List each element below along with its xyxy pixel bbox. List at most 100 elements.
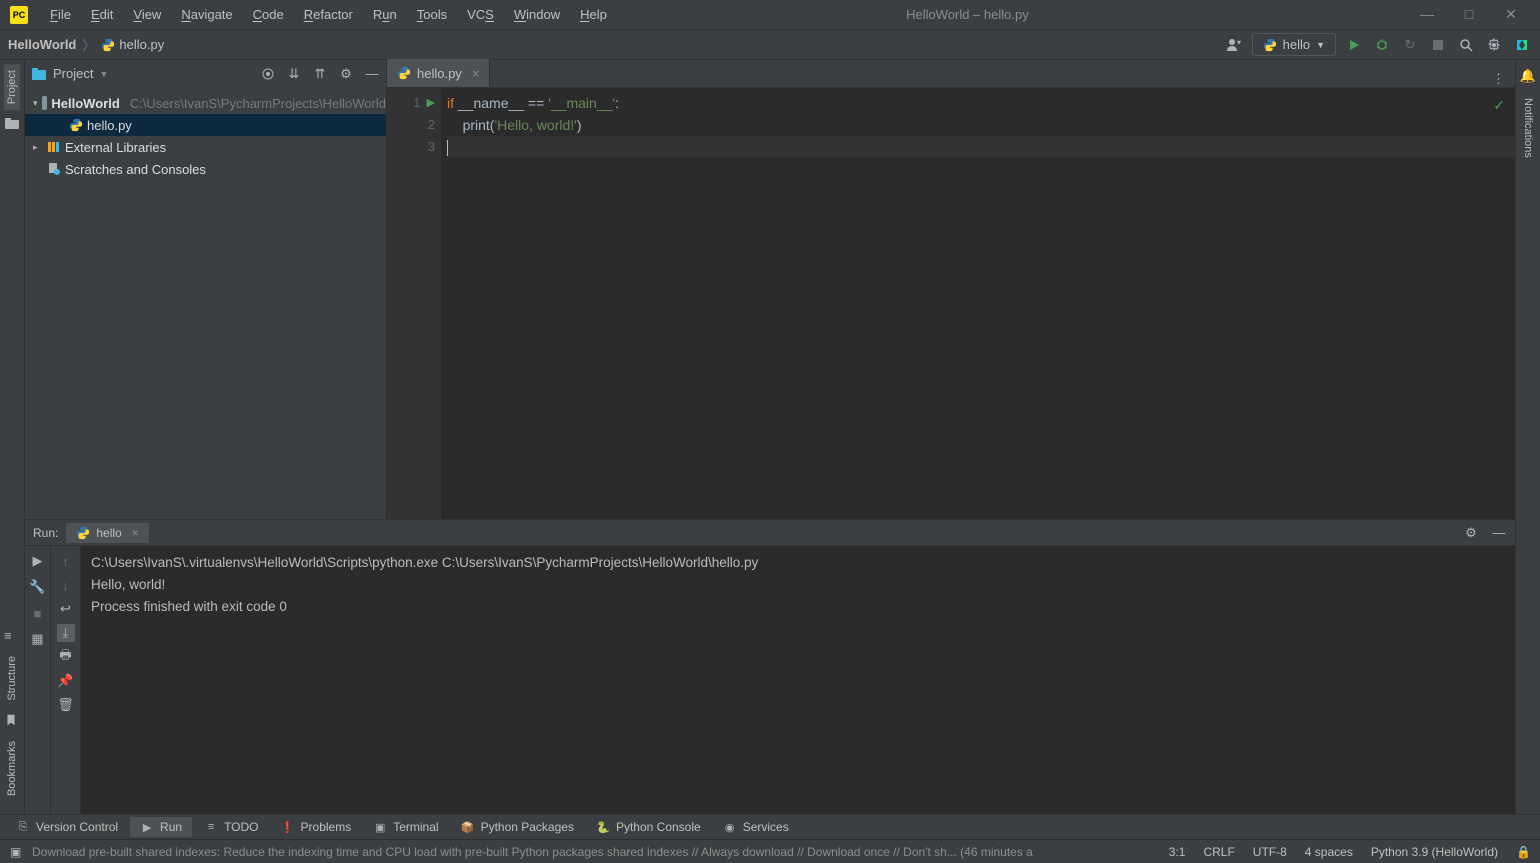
- interpreter-status[interactable]: Python 3.9 (HelloWorld): [1371, 845, 1498, 859]
- btab-terminal[interactable]: ▣Terminal: [363, 817, 448, 837]
- menu-tools[interactable]: Tools: [407, 4, 457, 25]
- menu-run[interactable]: Run: [363, 4, 407, 25]
- branch-icon: ⎘: [16, 820, 30, 834]
- tool-windows-icon[interactable]: ▣: [10, 845, 24, 859]
- folder-icon: [4, 116, 20, 132]
- tree-root[interactable]: ▾ HelloWorld C:\Users\IvanS\PycharmProje…: [25, 92, 386, 114]
- select-opened-file-button[interactable]: [260, 66, 276, 82]
- tab-structure[interactable]: Structure: [4, 650, 20, 707]
- menu-view[interactable]: View: [123, 4, 171, 25]
- bell-icon[interactable]: 🔔: [1520, 68, 1536, 84]
- scratches-icon: [47, 162, 61, 176]
- root-path: C:\Users\IvanS\PycharmProjects\HelloWorl…: [130, 96, 386, 111]
- rerun-button[interactable]: ↻: [1400, 35, 1420, 55]
- debug-button[interactable]: [1372, 35, 1392, 55]
- tab-notifications[interactable]: Notifications: [1520, 92, 1536, 164]
- run-gutter-icon[interactable]: ▶: [427, 92, 435, 114]
- lock-icon[interactable]: 🔒: [1516, 845, 1530, 859]
- line-num: 1: [413, 92, 420, 114]
- menu-code[interactable]: Code: [243, 4, 294, 25]
- menu-edit[interactable]: Edit: [81, 4, 123, 25]
- btab-problems[interactable]: ❗Problems: [271, 817, 362, 837]
- run-toolbar-2: ↑ ↓ ↩ ⤓ 🖶 📌 🗑: [51, 546, 81, 814]
- run-settings-button[interactable]: ⚙: [1463, 525, 1479, 541]
- python-icon: [1263, 38, 1277, 52]
- line-num: 2: [428, 114, 435, 136]
- todo-icon: ≡: [204, 820, 218, 834]
- edit-config-button[interactable]: 🔧: [29, 578, 47, 596]
- settings-button[interactable]: [1484, 35, 1504, 55]
- scroll-to-end-button[interactable]: ⤓: [57, 624, 75, 642]
- line-separator[interactable]: CRLF: [1203, 845, 1234, 859]
- run-config-label: hello: [1283, 37, 1310, 52]
- layout-button[interactable]: ▦: [29, 630, 47, 648]
- btab-run[interactable]: ▶Run: [130, 817, 192, 837]
- menu-vcs[interactable]: VCS: [457, 4, 504, 25]
- tab-project[interactable]: Project: [4, 64, 20, 110]
- library-icon: [47, 140, 61, 154]
- chevron-down-icon: ▾: [33, 98, 38, 109]
- editor-tab-hello[interactable]: hello.py ×: [387, 59, 490, 87]
- breadcrumb-file[interactable]: hello.py: [101, 37, 164, 52]
- maximize-button[interactable]: □: [1462, 6, 1476, 23]
- hide-button[interactable]: —: [364, 66, 380, 82]
- minimize-button[interactable]: —: [1420, 6, 1434, 23]
- left-stripe: Project ≡ Structure Bookmarks: [0, 60, 25, 814]
- code-with-me-icon[interactable]: [1512, 35, 1532, 55]
- caret-position[interactable]: 3:1: [1169, 845, 1186, 859]
- editor-options-button[interactable]: ⋮: [1482, 71, 1515, 87]
- run-button[interactable]: [1344, 35, 1364, 55]
- python-icon: [101, 38, 115, 52]
- btab-packages[interactable]: 📦Python Packages: [451, 817, 584, 837]
- pin-button[interactable]: 📌: [57, 672, 75, 690]
- menu-help[interactable]: Help: [570, 4, 617, 25]
- tab-bookmarks[interactable]: Bookmarks: [4, 735, 20, 802]
- up-stacktrace-button[interactable]: ↑: [57, 552, 75, 570]
- rerun-button[interactable]: ▶: [29, 552, 47, 570]
- file-encoding[interactable]: UTF-8: [1253, 845, 1287, 859]
- inspection-ok-icon[interactable]: ✓: [1493, 94, 1505, 116]
- btab-services[interactable]: ◉Services: [713, 817, 799, 837]
- run-tab-hello[interactable]: hello ×: [66, 523, 148, 543]
- python-icon: [76, 526, 90, 540]
- expand-all-button[interactable]: ⇊: [286, 66, 302, 82]
- close-tab-button[interactable]: ×: [472, 66, 480, 81]
- indent-status[interactable]: 4 spaces: [1305, 845, 1353, 859]
- stop-button[interactable]: ■: [29, 604, 47, 622]
- clear-button[interactable]: 🗑: [57, 696, 75, 714]
- btab-vcs[interactable]: ⎘Version Control: [6, 817, 128, 837]
- close-button[interactable]: ✕: [1504, 6, 1518, 23]
- code-editor[interactable]: if __name__ == '__main__': print('Hello,…: [441, 88, 1515, 519]
- editor-area: hello.py × ⋮ 1 ▶ 2 3 if __name__ == '__ma…: [387, 60, 1515, 519]
- menu-navigate[interactable]: Navigate: [171, 4, 242, 25]
- tree-scratches[interactable]: Scratches and Consoles: [25, 158, 386, 180]
- tree-file-hello[interactable]: hello.py: [25, 114, 386, 136]
- close-run-tab-button[interactable]: ×: [132, 526, 139, 540]
- menu-file[interactable]: File: [40, 4, 81, 25]
- btab-pyconsole[interactable]: 🐍Python Console: [586, 817, 711, 837]
- status-message[interactable]: Download pre-built shared indexes: Reduc…: [32, 845, 1033, 859]
- project-settings-button[interactable]: ⚙: [338, 66, 354, 82]
- tree-external-libraries[interactable]: ▸ External Libraries: [25, 136, 386, 158]
- soft-wrap-button[interactable]: ↩: [57, 600, 75, 618]
- console-output[interactable]: C:\Users\IvanS\.virtualenvs\HelloWorld\S…: [81, 546, 1515, 814]
- chevron-down-icon: ▼: [1316, 40, 1325, 50]
- stop-button[interactable]: [1428, 35, 1448, 55]
- collapse-all-button[interactable]: ⇈: [312, 66, 328, 82]
- project-view-selector[interactable]: Project ▼: [31, 66, 108, 81]
- line-num: 3: [428, 136, 435, 158]
- run-config-selector[interactable]: hello ▼: [1252, 33, 1336, 56]
- window-title: HelloWorld – hello.py: [617, 7, 1398, 22]
- folder-icon: [42, 96, 48, 110]
- btab-todo[interactable]: ≡TODO: [194, 817, 268, 837]
- play-icon: ▶: [140, 820, 154, 834]
- print-button[interactable]: 🖶: [57, 648, 75, 666]
- menu-refactor[interactable]: Refactor: [294, 4, 363, 25]
- hide-run-button[interactable]: —: [1491, 525, 1507, 541]
- pycharm-icon: PC: [10, 6, 28, 24]
- down-stacktrace-button[interactable]: ↓: [57, 576, 75, 594]
- breadcrumb-project[interactable]: HelloWorld: [8, 37, 76, 52]
- menu-window[interactable]: Window: [504, 4, 570, 25]
- add-user-icon[interactable]: ▾: [1224, 35, 1244, 55]
- search-everywhere-button[interactable]: [1456, 35, 1476, 55]
